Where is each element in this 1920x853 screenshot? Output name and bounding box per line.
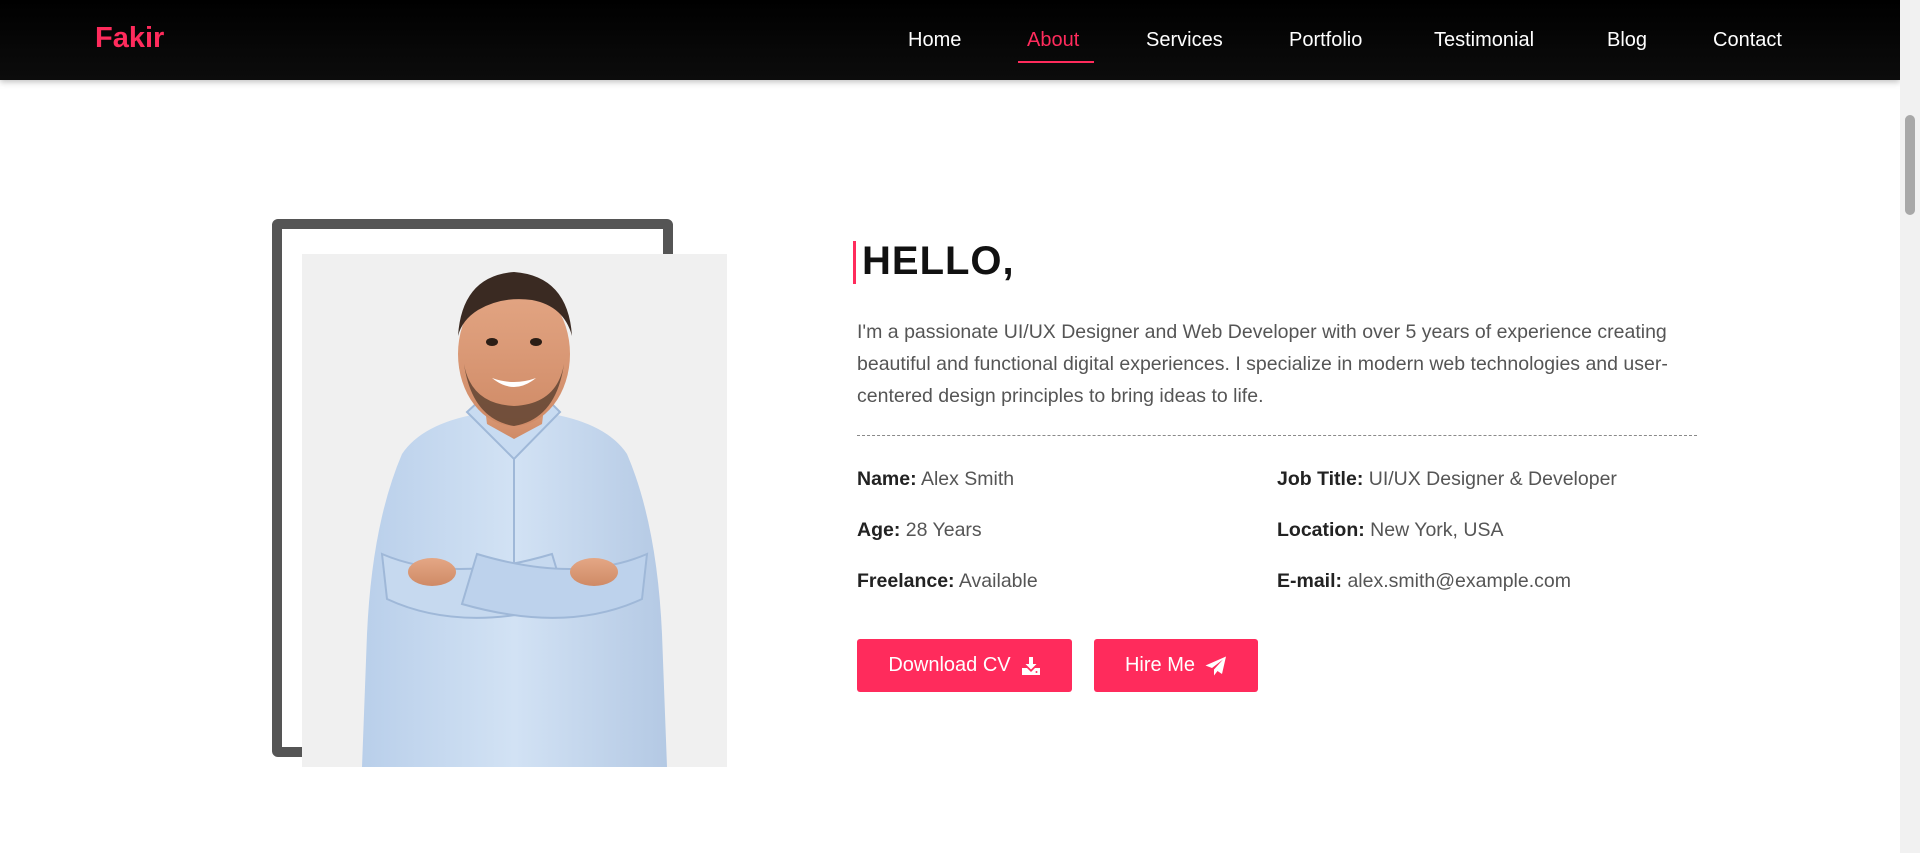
- paper-plane-icon: [1205, 656, 1226, 675]
- info-age-label: Age:: [857, 519, 901, 541]
- active-nav-indicator: [1018, 61, 1094, 63]
- nav-link-home[interactable]: Home: [908, 28, 961, 52]
- info-freelance: Freelance: Available: [857, 568, 1038, 594]
- greeting-heading: HELLO,: [862, 239, 1015, 283]
- page-scrollbar[interactable]: [1900, 0, 1920, 853]
- info-name-value: Alex Smith: [920, 468, 1015, 490]
- hire-me-label: Hire Me: [1124, 654, 1195, 676]
- info-name: Name: Alex Smith: [857, 466, 1014, 492]
- profile-photo: [302, 254, 727, 767]
- nav-link-about[interactable]: About: [1027, 28, 1079, 52]
- info-freelance-label: Freelance:: [857, 570, 955, 592]
- info-email: E-mail: alex.smith@example.com: [1277, 568, 1571, 594]
- info-job-title-label: Job Title:: [1277, 468, 1364, 490]
- nav-link-contact[interactable]: Contact: [1713, 28, 1782, 52]
- info-email-label: E-mail:: [1277, 570, 1343, 592]
- info-name-label: Name:: [857, 468, 917, 490]
- typing-cursor: [853, 241, 856, 284]
- info-age: Age: 28 Years: [857, 517, 982, 543]
- scrollbar-thumb[interactable]: [1905, 115, 1915, 215]
- info-age-value: 28 Years: [905, 519, 982, 541]
- download-cv-button[interactable]: Download CV: [857, 639, 1072, 692]
- download-icon: [1021, 656, 1040, 675]
- info-location-label: Location:: [1277, 519, 1365, 541]
- info-email-value[interactable]: alex.smith@example.com: [1347, 570, 1571, 592]
- site-logo[interactable]: Fakir: [95, 22, 164, 55]
- nav-link-testimonial[interactable]: Testimonial: [1434, 28, 1534, 52]
- nav-link-services[interactable]: Services: [1146, 28, 1223, 52]
- info-location: Location: New York, USA: [1277, 517, 1503, 543]
- navbar: Fakir Home About Services Portfolio Test…: [0, 0, 1900, 80]
- nav-link-portfolio[interactable]: Portfolio: [1289, 28, 1362, 52]
- info-location-value: New York, USA: [1370, 519, 1504, 541]
- info-freelance-value: Available: [958, 570, 1038, 592]
- nav-link-blog[interactable]: Blog: [1607, 28, 1647, 52]
- profile-portrait-illustration: [362, 272, 667, 767]
- download-cv-label: Download CV: [888, 654, 1011, 676]
- info-job-title: Job Title: UI/UX Designer & Developer: [1277, 466, 1617, 492]
- bio-paragraph: I'm a passionate UI/UX Designer and Web …: [857, 321, 1668, 407]
- hire-me-button[interactable]: Hire Me: [1094, 639, 1258, 692]
- info-job-title-value: UI/UX Designer & Developer: [1368, 468, 1617, 490]
- section-divider: [857, 435, 1697, 436]
